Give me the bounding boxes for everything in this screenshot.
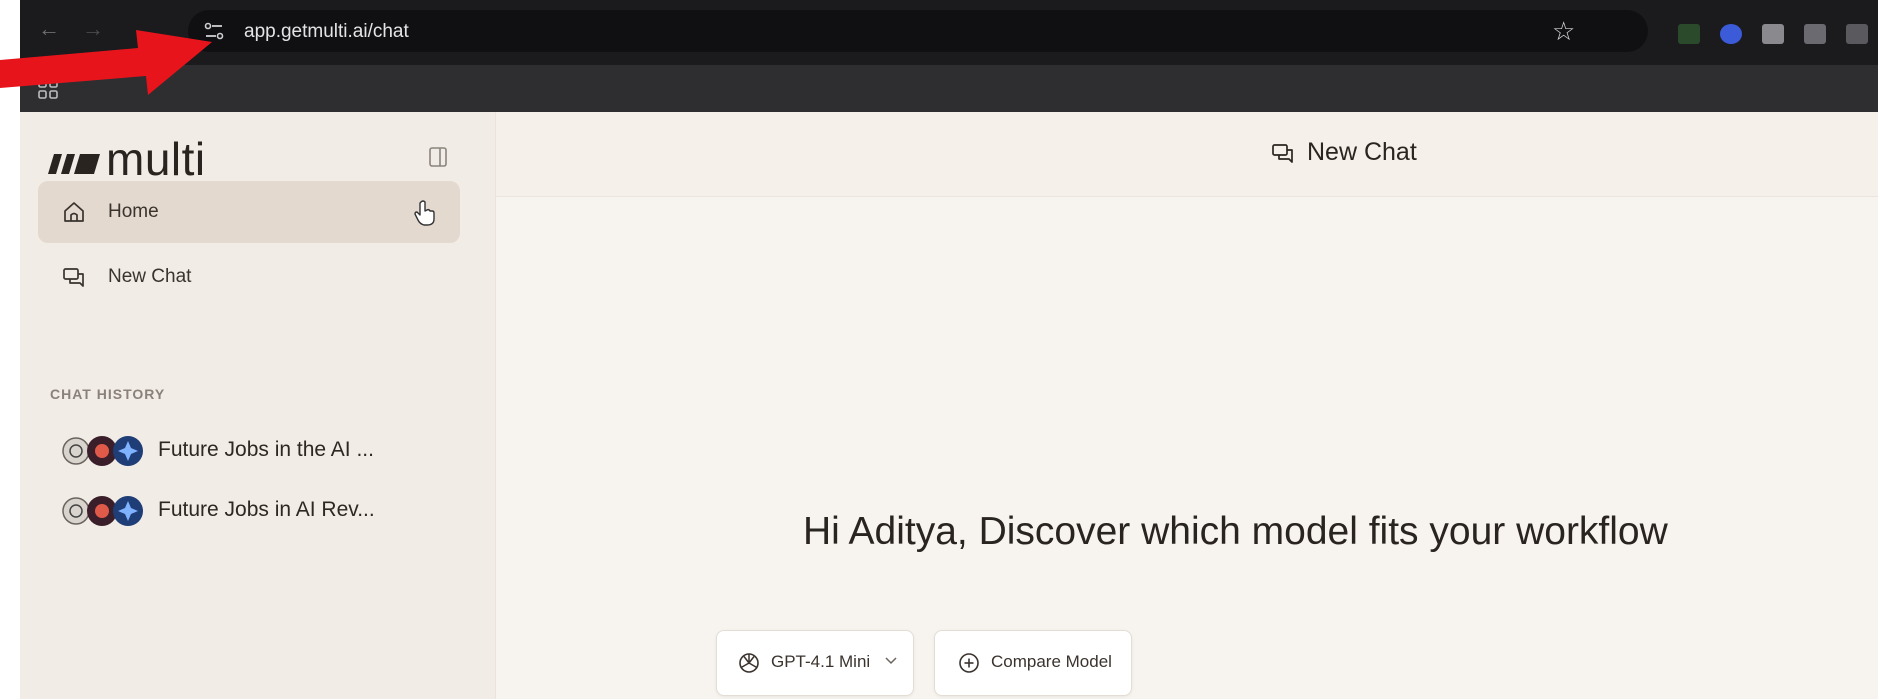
sidebar-item-new-chat[interactable]: New Chat	[38, 246, 460, 308]
sidebar: multi Home New Chat CHAT HISTORY Future …	[20, 112, 496, 699]
hand-cursor-icon	[414, 200, 435, 226]
logo-text: multi	[106, 133, 206, 185]
extension-icon[interactable]	[1804, 24, 1826, 44]
sidebar-toggle-icon[interactable]	[428, 146, 450, 168]
extension-icon[interactable]	[1762, 24, 1784, 44]
model-avatars-icon	[62, 496, 143, 526]
compare-model-button[interactable]: Compare Model	[934, 630, 1132, 696]
greeting-text: Hi Aditya, Discover which model fits you…	[803, 510, 1668, 553]
bookmarks-bar	[20, 65, 1878, 112]
extension-icon[interactable]	[1846, 24, 1868, 44]
sidebar-item-label: New Chat	[108, 266, 192, 287]
address-bar[interactable]: app.getmulti.ai/chat ☆	[188, 10, 1648, 52]
chat-history-heading: CHAT HISTORY	[50, 386, 166, 402]
openai-icon	[739, 653, 759, 673]
browser-toolbar: ← → app.getmulti.ai/chat ☆	[20, 0, 1878, 65]
chevron-down-icon	[885, 657, 897, 665]
page-title: New Chat	[1307, 138, 1417, 166]
chat-icon	[63, 268, 84, 287]
main-panel: New Chat Hi Aditya, Discover which model…	[496, 112, 1878, 699]
model-avatars-icon	[62, 436, 143, 466]
chat-history-title: Future Jobs in the AI ...	[158, 438, 374, 461]
home-icon	[64, 202, 84, 222]
extension-icon[interactable]	[1720, 24, 1742, 44]
chat-icon	[1272, 144, 1293, 163]
model-select[interactable]: GPT-4.1 Mini	[716, 630, 914, 696]
screen: ← → app.getmulti.ai/chat ☆ multi Home Ne…	[20, 0, 1878, 699]
sidebar-item-label: Home	[108, 201, 159, 222]
extension-icon[interactable]	[1678, 24, 1700, 44]
red-arrow-icon	[0, 30, 212, 95]
model-select-value: GPT-4.1 Mini	[771, 652, 871, 671]
compare-model-label: Compare Model	[991, 652, 1112, 671]
plus-circle-icon	[959, 653, 979, 673]
web-page: multi Home New Chat CHAT HISTORY Future …	[20, 112, 1878, 699]
sidebar-item-home[interactable]: Home	[38, 181, 460, 243]
logo-mark-icon	[48, 154, 100, 174]
chat-history-item[interactable]: Future Jobs in AI Rev...	[60, 490, 460, 530]
chat-history-item[interactable]: Future Jobs in the AI ...	[60, 430, 460, 470]
url-text[interactable]: app.getmulti.ai/chat	[244, 21, 409, 43]
chat-history-title: Future Jobs in AI Rev...	[158, 498, 375, 521]
main-header: New Chat	[496, 112, 1878, 197]
bookmark-star-icon[interactable]: ☆	[1552, 16, 1575, 46]
